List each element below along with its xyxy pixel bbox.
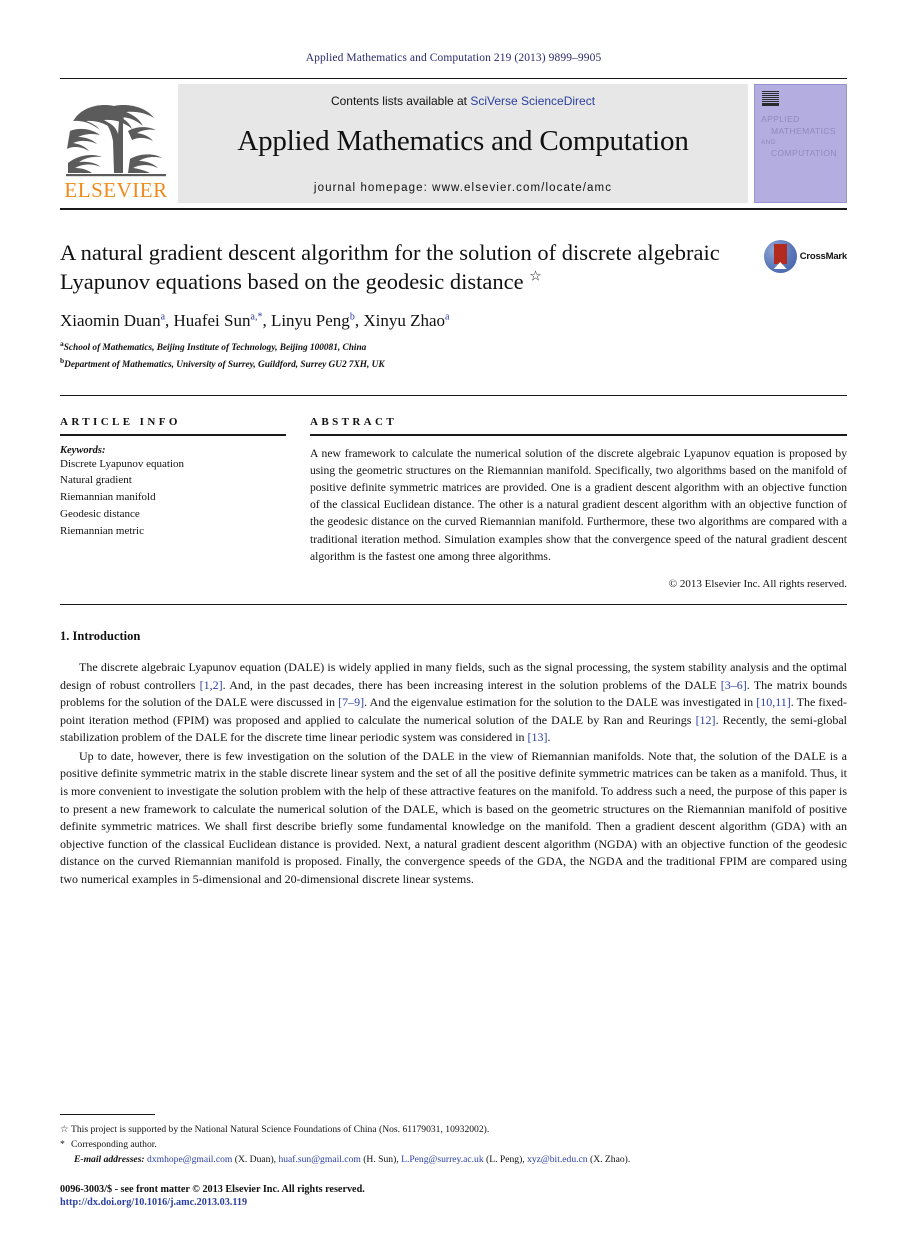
paper-title-text: A natural gradient descent algorithm for… xyxy=(60,240,720,295)
page-title: A natural gradient descent algorithm for… xyxy=(60,238,750,297)
author-name: Xiaomin Duan xyxy=(60,310,161,330)
cover-title-text: APPLIED MATHEMATICS AND COMPUTATION xyxy=(761,113,842,159)
cover-line-3: AND xyxy=(761,138,776,146)
crossmark-badge-group[interactable]: CrossMark xyxy=(763,240,848,273)
email-link[interactable]: L.Peng@surrey.ac.uk xyxy=(401,1154,484,1165)
cover-publisher-icon xyxy=(762,91,779,106)
citation-ref[interactable]: [10,11] xyxy=(756,695,791,709)
email-link[interactable]: huaf.sun@gmail.com xyxy=(278,1154,360,1165)
sciencedirect-link[interactable]: SciVerse ScienceDirect xyxy=(470,94,595,108)
email-link[interactable]: xyz@bit.edu.cn xyxy=(527,1154,588,1165)
footnote-funding: ☆ This project is supported by the Nation… xyxy=(60,1122,847,1137)
author-entry: Xiaomin Duana xyxy=(60,311,165,330)
email-link[interactable]: dxmhope@gmail.com xyxy=(147,1154,232,1165)
footnote-rule xyxy=(60,1113,155,1115)
list-item: Riemannian manifold xyxy=(60,491,156,504)
cover-line-1: APPLIED xyxy=(761,114,800,124)
section-heading-introduction: 1. Introduction xyxy=(60,628,141,643)
title-block: CrossMark A natural gradient descent alg… xyxy=(60,238,847,373)
abstract-text: A new framework to calculate the numeric… xyxy=(310,446,847,563)
citation-ref[interactable]: [3–6] xyxy=(721,678,747,692)
affiliation-list: aSchool of Mathematics, Beijing Institut… xyxy=(60,338,847,373)
author-entry: Xinyu Zhaoa xyxy=(363,311,449,330)
title-footnote-marker: ☆ xyxy=(529,269,542,285)
author-entry: Huafei Suna,* xyxy=(174,311,263,330)
list-item: Natural gradient xyxy=(60,474,132,487)
journal-band: Contents lists available at SciVerse Sci… xyxy=(178,84,748,203)
paper-page: Applied Mathematics and Computation 219 … xyxy=(0,0,907,1238)
doi-link[interactable]: http://dx.doi.org/10.1016/j.amc.2013.03.… xyxy=(60,1197,847,1208)
p1-seg2: . And, in the past decades, there has be… xyxy=(222,677,721,692)
footnote-marker-star: ☆ xyxy=(60,1123,69,1135)
list-item: Geodesic distance xyxy=(60,507,140,520)
crossmark-label: CrossMark xyxy=(799,251,848,262)
author-affil-marker: a xyxy=(445,310,450,322)
keywords-list: Discrete Lyapunov equation Natural gradi… xyxy=(60,456,286,540)
contents-available-line: Contents lists available at SciVerse Sci… xyxy=(331,94,595,108)
crossmark-icon xyxy=(763,240,797,273)
footnote-funding-text: This project is supported by the Nationa… xyxy=(71,1123,490,1135)
elsevier-wordmark: ELSEVIER xyxy=(64,178,168,202)
affiliation-item: bDepartment of Mathematics, University o… xyxy=(60,355,847,373)
journal-title: Applied Mathematics and Computation xyxy=(237,125,689,157)
contents-prefix: Contents lists available at xyxy=(330,94,471,108)
affiliation-item: aSchool of Mathematics, Beijing Institut… xyxy=(60,338,847,356)
footnote-corresponding: * Corresponding author. xyxy=(60,1137,847,1152)
citation-ref[interactable]: [7–9] xyxy=(338,695,364,709)
cover-line-2: MATHEMATICS xyxy=(771,126,836,137)
elsevier-logo: ELSEVIER xyxy=(60,82,172,205)
list-item: Discrete Lyapunov equation xyxy=(60,457,185,470)
info-abstract-row: ARTICLE INFO Keywords: Discrete Lyapunov… xyxy=(60,394,847,590)
elsevier-tree-icon xyxy=(66,105,166,177)
citation-ref[interactable]: [12] xyxy=(696,713,716,727)
author-entry: Linyu Pengb xyxy=(271,311,355,330)
running-head: Applied Mathematics and Computation 219 … xyxy=(305,52,602,64)
p1-seg4: . And the eigenvalue estimation for the … xyxy=(364,695,757,710)
abstract-copyright: © 2013 Elsevier Inc. All rights reserved… xyxy=(668,577,847,590)
author-affil-marker: b xyxy=(349,310,355,322)
author-affil-marker: a,* xyxy=(250,310,263,322)
author-affil-marker: a xyxy=(160,310,166,322)
body-content: 1. Introduction The discrete algebraic L… xyxy=(60,629,847,889)
email-person: (X. Zhao) xyxy=(590,1153,628,1165)
intro-paragraph-2: Up to date, however, there is few invest… xyxy=(60,748,847,886)
footnote-block: ☆ This project is supported by the Nation… xyxy=(60,1113,847,1208)
citation-ref[interactable]: [13] xyxy=(528,730,548,744)
citation-ref[interactable]: [1,2] xyxy=(200,678,223,692)
author-list: Xiaomin Duana, Huafei Suna,*, Linyu Peng… xyxy=(60,310,450,330)
abstract-column: ABSTRACT A new framework to calculate th… xyxy=(310,416,847,590)
journal-cover-thumbnail: APPLIED MATHEMATICS AND COMPUTATION xyxy=(754,84,847,203)
affiliation-text: Department of Mathematics, University of… xyxy=(64,360,385,371)
footnote-emails: E-mail addresses: dxmhope@gmail.com (X. … xyxy=(74,1153,631,1165)
author-name: Xinyu Zhao xyxy=(363,310,445,330)
issn-front-matter: 0096-3003/$ - see front matter © 2013 El… xyxy=(60,1184,365,1195)
abstract-heading: ABSTRACT xyxy=(310,415,398,428)
email-addresses-label: E-mail addresses: xyxy=(74,1153,145,1165)
email-person: (H. Sun) xyxy=(363,1153,397,1165)
affiliation-text: School of Mathematics, Beijing Institute… xyxy=(63,342,367,353)
article-info-rule xyxy=(60,433,286,436)
keywords-label: Keywords: xyxy=(60,444,106,456)
cover-line-4: COMPUTATION xyxy=(771,148,837,159)
intro-paragraph-1: The discrete algebraic Lyapunov equation… xyxy=(60,659,847,747)
author-name: Linyu Peng xyxy=(270,310,350,330)
article-info-heading: ARTICLE INFO xyxy=(60,415,181,428)
author-name: Huafei Sun xyxy=(173,310,251,330)
info-bottom-rule xyxy=(60,603,847,605)
abstract-rule xyxy=(310,433,847,436)
journal-masthead: ELSEVIER Contents lists available at Sci… xyxy=(60,78,847,210)
p1-seg7: . xyxy=(547,730,551,745)
footnote-marker-asterisk: * xyxy=(60,1138,65,1150)
email-person: (X. Duan) xyxy=(234,1153,274,1165)
journal-homepage-link[interactable]: journal homepage: www.elsevier.com/locat… xyxy=(314,182,612,194)
email-person: (L. Peng) xyxy=(486,1153,523,1165)
footnote-corresponding-text: Corresponding author. xyxy=(71,1138,157,1150)
list-item: Riemannian metric xyxy=(60,524,144,537)
article-info-column: ARTICLE INFO Keywords: Discrete Lyapunov… xyxy=(60,416,310,590)
